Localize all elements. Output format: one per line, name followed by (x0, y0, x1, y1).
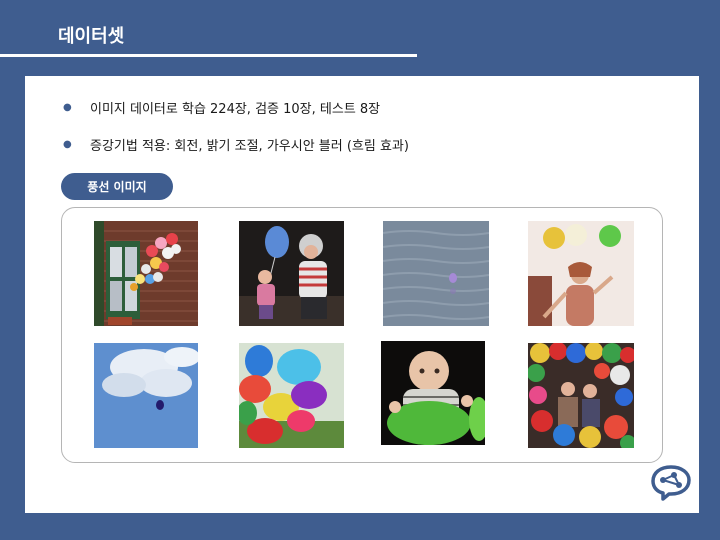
title-underline (0, 54, 417, 57)
section-label-pill: 풍선 이미지 (61, 173, 173, 200)
slide-title: 데이터셋 (58, 26, 125, 47)
bullet-text: 이미지 데이터로 학습 224장, 검증 10장, 테스트 8장 (90, 102, 381, 117)
bullet-dot: ● (63, 102, 72, 113)
image-people-balloon-room (528, 343, 634, 448)
brain-network-icon (650, 464, 692, 502)
image-grandmother-child (239, 221, 344, 326)
bullet-item: ● 증강기법 적용: 회전, 밝기 조절, 가우시안 블러 (흐림 효과) (63, 135, 409, 154)
image-colorful-balloons (239, 343, 344, 448)
image-baby-green-balloon (381, 341, 485, 445)
bullet-item: ● 이미지 데이터로 학습 224장, 검증 10장, 테스트 8장 (63, 98, 380, 117)
bullet-dot: ● (63, 139, 72, 150)
image-balloons-brick-wall (94, 221, 198, 326)
image-balloon-over-water (383, 221, 489, 326)
image-balloon-in-sky (94, 343, 198, 448)
bullet-text: 증강기법 적용: 회전, 밝기 조절, 가우시안 블러 (흐림 효과) (90, 139, 409, 154)
image-girl-with-balloons (528, 221, 634, 326)
